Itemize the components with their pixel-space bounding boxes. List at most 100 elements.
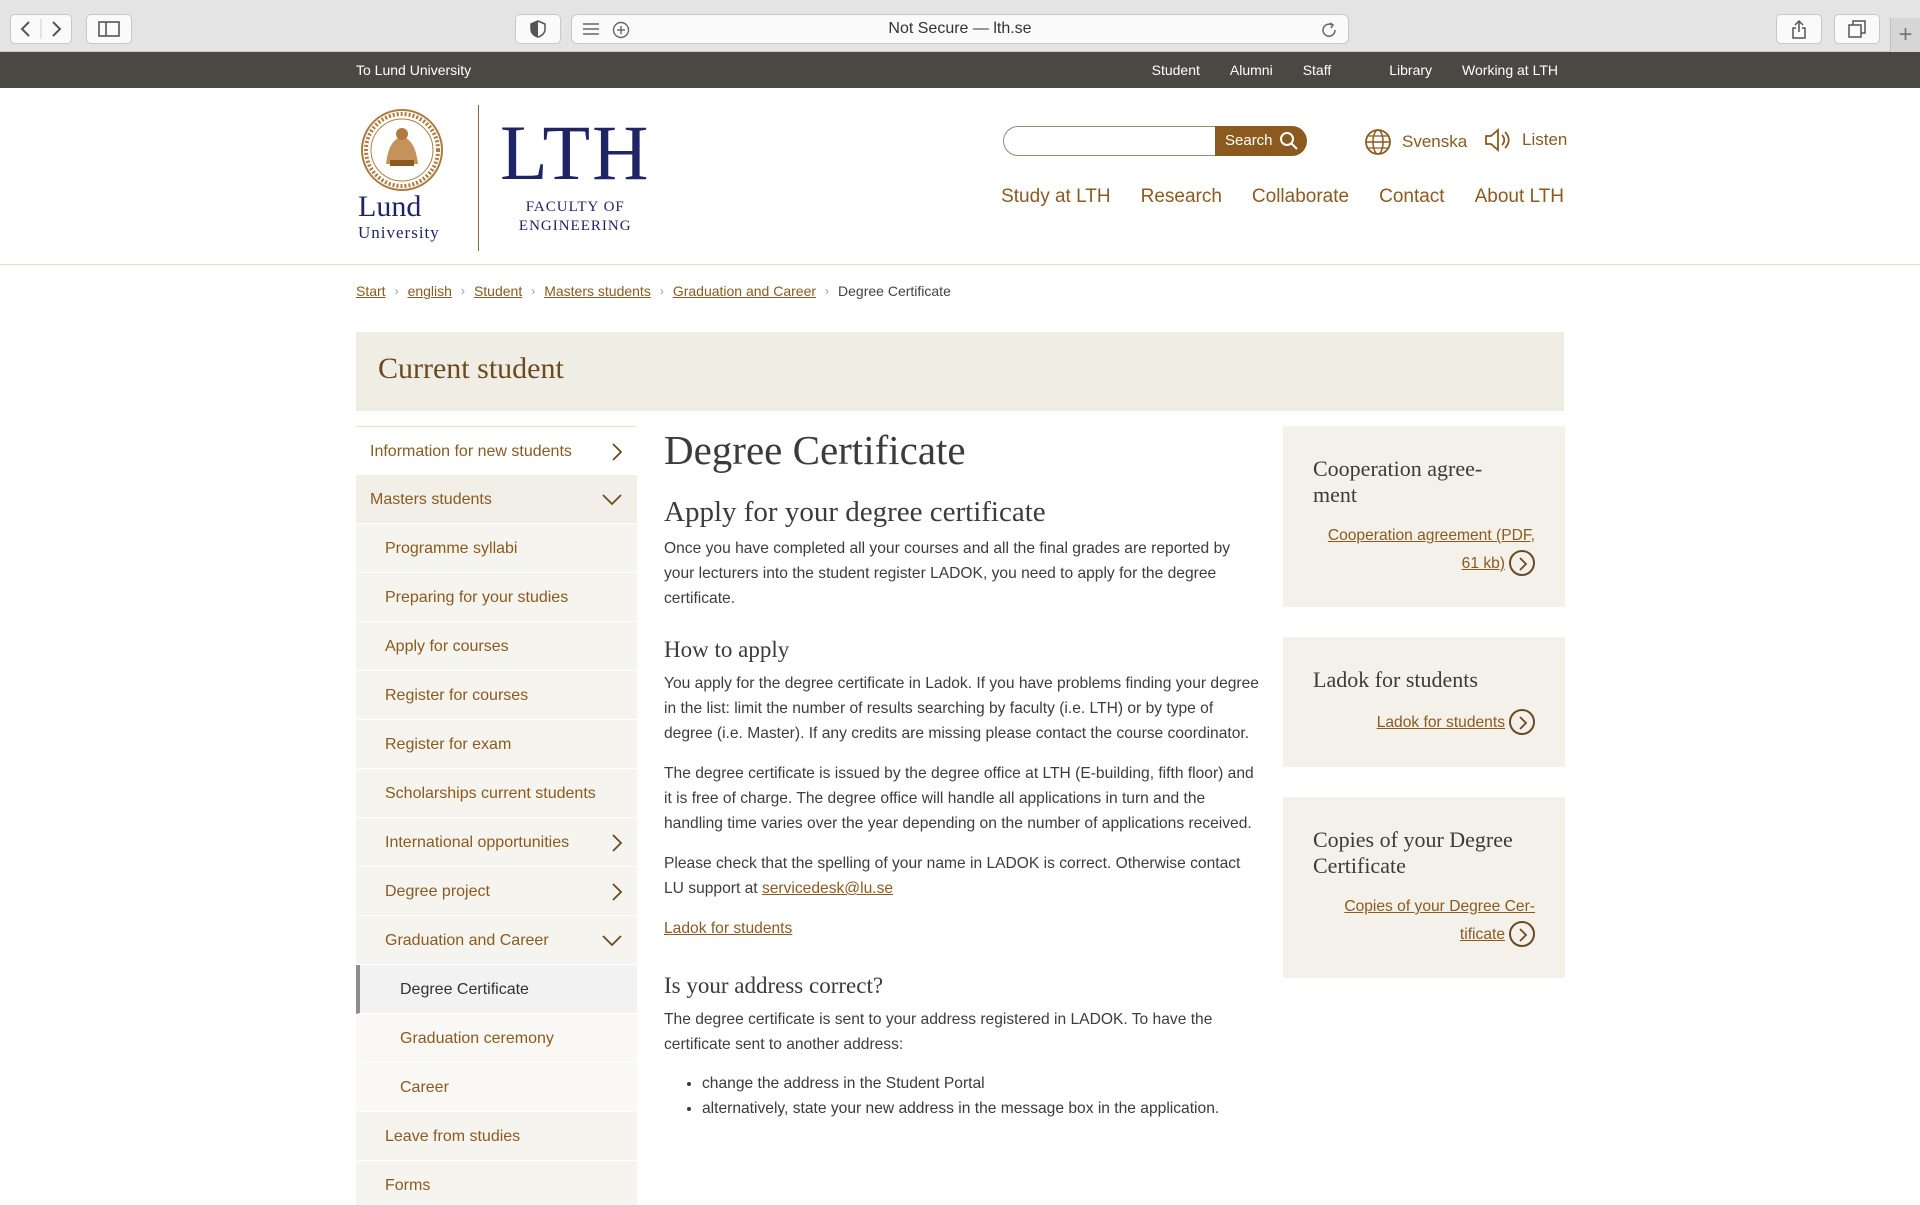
utility-link-alumni[interactable]: Alumni — [1230, 52, 1273, 88]
sidenav-item-career[interactable]: Career — [356, 1063, 637, 1112]
card-title: Ladok for students — [1313, 667, 1478, 692]
heading-address: Is your address correct? — [664, 973, 884, 998]
cooperation-agreement-link[interactable]: Cooperation agreement (PDF, 61 kb) — [1328, 522, 1535, 578]
ladok-for-students-link[interactable]: Ladok for students — [1376, 708, 1535, 737]
heading-how-to-apply: How to apply — [664, 637, 790, 662]
breadcrumb-english[interactable]: english — [408, 283, 452, 299]
listen-label: Listen — [1522, 130, 1568, 149]
sidenav-item-forms[interactable]: Forms — [356, 1161, 637, 1205]
list-item: change the address in the Student Portal — [702, 1071, 1260, 1096]
utility-links: Student Alumni Staff Library Working at … — [1122, 52, 1558, 88]
paragraph-how-3: Please check that the spelling of your n… — [664, 851, 1260, 901]
card-link-line1: Cooperation agreement (PDF, — [1327, 527, 1535, 544]
paragraph-how-3-text: Please check that the spelling of your n… — [664, 855, 1241, 897]
sidenav-item-ceremony[interactable]: Graduation ceremony — [356, 1014, 637, 1063]
breadcrumb-separator: › — [659, 284, 664, 298]
lund-wordmark: Lund — [358, 190, 421, 223]
nav-research[interactable]: Research — [1141, 186, 1222, 208]
chevron-down-icon — [602, 935, 622, 947]
speaker-icon — [1485, 128, 1510, 152]
card-link-line2: 61 kb) — [1461, 555, 1505, 572]
sidenav-item-graduation[interactable]: Graduation and Career — [356, 916, 637, 965]
back-forward-icon — [20, 19, 62, 39]
sidenav-item-masters[interactable]: Masters students — [356, 475, 637, 524]
nav-about[interactable]: About LTH — [1475, 186, 1564, 208]
arrow-circle-icon — [1509, 708, 1535, 735]
share-icon — [1792, 19, 1806, 39]
ladok-link-paragraph: Ladok for students — [664, 916, 1260, 941]
page-title: Degree Certificate — [664, 427, 966, 473]
sidenav-label: Degree project — [385, 883, 490, 900]
card-title-line1: Cooperation agree- — [1313, 456, 1483, 481]
utility-link-student[interactable]: Student — [1152, 52, 1200, 88]
section-banner: Current student — [356, 332, 1564, 411]
paragraph-apply: Once you have completed all your courses… — [664, 540, 1231, 607]
sidenav-item-register-courses[interactable]: Register for courses — [356, 671, 637, 720]
search-input[interactable] — [1003, 126, 1216, 156]
email-link[interactable]: servicedesk@lu.se — [762, 880, 893, 897]
back-forward-buttons[interactable] — [10, 14, 72, 44]
card-cooperation: Cooperation agree- ment Cooperation agre… — [1283, 426, 1565, 607]
nav-contact[interactable]: Contact — [1379, 186, 1444, 208]
lund-seal-icon: Lund University — [358, 109, 443, 242]
copies-certificate-link[interactable]: Copies of your Degree Cer- tificate — [1344, 893, 1535, 949]
nav-collaborate[interactable]: Collaborate — [1252, 186, 1349, 208]
privacy-shield-button[interactable] — [515, 14, 561, 44]
utility-link-staff[interactable]: Staff — [1303, 52, 1332, 88]
sidenav-label: Apply for courses — [385, 638, 509, 655]
main-nav: Study at LTH Research Collaborate Contac… — [971, 186, 1564, 208]
breadcrumb-student[interactable]: Student — [474, 283, 522, 299]
nav-study[interactable]: Study at LTH — [1001, 186, 1110, 208]
sidenav-item-leave[interactable]: Leave from studies — [356, 1112, 637, 1161]
to-lund-university-link[interactable]: To Lund University — [356, 52, 471, 88]
sidenav-item-scholarships[interactable]: Scholarships current students — [356, 769, 637, 818]
sidenav-label: Register for courses — [385, 687, 529, 704]
url-text: Not Secure — lth.se — [888, 20, 1032, 37]
card-link-line1: Ladok for students — [1376, 714, 1505, 731]
sidenav-item-syllabi[interactable]: Programme syllabi — [356, 524, 637, 573]
sidebar-toggle-button[interactable] — [86, 14, 132, 44]
globe-icon — [1365, 129, 1391, 155]
tabs-overview-button[interactable] — [1834, 14, 1880, 44]
utility-link-library[interactable]: Library — [1389, 52, 1432, 88]
sidenav-label: Programme syllabi — [385, 540, 518, 557]
utility-link-working[interactable]: Working at LTH — [1462, 52, 1558, 88]
card-link-line2: tificate — [1459, 926, 1505, 943]
sidenav-label: Register for exam — [385, 736, 512, 753]
sidenav-label: Degree Certificate — [400, 981, 529, 998]
sidenav-item-register-exam[interactable]: Register for exam — [356, 720, 637, 769]
side-nav: Information for new students Masters stu… — [356, 426, 637, 1205]
sidenav-item-apply-courses[interactable]: Apply for courses — [356, 622, 637, 671]
listen-button[interactable]: Listen — [1484, 128, 1567, 152]
new-tab-button[interactable]: + — [1890, 18, 1920, 52]
card-title-line2: Certificate — [1313, 853, 1406, 878]
share-button[interactable] — [1776, 14, 1822, 44]
breadcrumb-graduation[interactable]: Graduation and Career — [673, 283, 816, 299]
browser-toolbar: Not Secure — lth.se + — [0, 0, 1920, 52]
breadcrumb-separator: › — [531, 284, 536, 298]
card-title-line1: Copies of your Degree — [1313, 827, 1513, 852]
sidenav-item-international[interactable]: International opportunities — [356, 818, 637, 867]
breadcrumb-masters[interactable]: Masters students — [544, 283, 651, 299]
reload-icon[interactable] — [1320, 21, 1338, 39]
utility-bar: To Lund University Student Alumni Staff … — [0, 52, 1920, 88]
chevron-right-icon — [612, 443, 623, 461]
sidenav-label: Masters students — [370, 491, 492, 508]
lund-university-logo[interactable]: Lund University — [356, 108, 456, 243]
lth-wordmark: LTH — [500, 109, 651, 196]
search-button[interactable]: Search — [1215, 126, 1307, 156]
chevron-down-icon — [602, 494, 622, 506]
card-title: Cooperation agree- ment — [1313, 456, 1482, 508]
sidenav-item-degree-certificate[interactable]: Degree Certificate — [356, 965, 637, 1014]
sidenav-item-degree-project[interactable]: Degree project — [356, 867, 637, 916]
sidenav-item-preparing[interactable]: Preparing for your studies — [356, 573, 637, 622]
breadcrumb-start[interactable]: Start — [356, 283, 386, 299]
ladok-link[interactable]: Ladok for students — [664, 920, 792, 937]
sidenav-label: International opportunities — [385, 834, 570, 851]
sidenav-item-new-students[interactable]: Information for new students — [356, 426, 637, 475]
address-bar[interactable]: Not Secure — lth.se — [571, 14, 1349, 44]
language-label: Svenska — [1402, 132, 1468, 151]
sidenav-label: Graduation ceremony — [400, 1030, 554, 1047]
language-switch[interactable]: Svenska — [1364, 128, 1467, 156]
lth-logo[interactable]: LTH FACULTY OF ENGINEERING — [500, 109, 651, 236]
